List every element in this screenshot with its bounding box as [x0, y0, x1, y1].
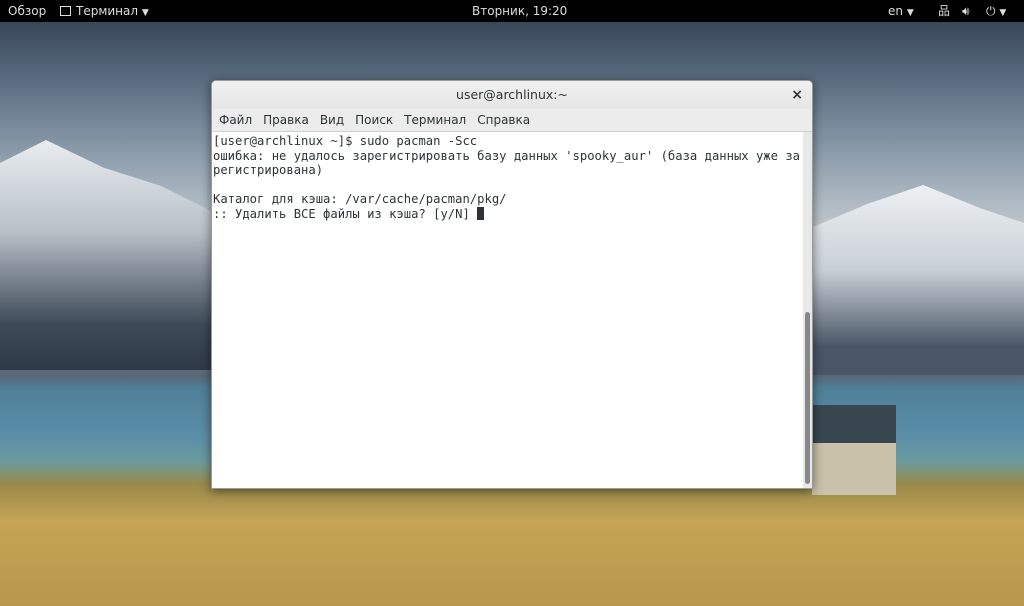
language-menu[interactable]: en ▼ [888, 0, 914, 24]
activities-button[interactable]: Обзор [8, 0, 46, 22]
wallpaper-house [812, 405, 896, 495]
top-bar: Обзор Терминал ▼ Вторник, 19:20 en ▼ 品 🔊… [0, 0, 1024, 22]
scrollbar[interactable] [803, 132, 812, 488]
window-titlebar[interactable]: user@archlinux:~ × [212, 81, 812, 109]
terminal-line: Каталог для кэша: /var/cache/pacman/pkg/ [213, 192, 507, 207]
window-title: user@archlinux:~ [456, 87, 568, 102]
chevron-down-icon: ▼ [999, 8, 1007, 18]
wallpaper-mountain-left [0, 140, 230, 370]
volume-icon[interactable]: 🔊︎ [962, 0, 970, 22]
terminal-output[interactable]: [user@archlinux ~]$ sudo pacman -Scc ошиб… [212, 132, 803, 488]
chevron-down-icon: ▼ [141, 8, 149, 18]
wallpaper-mountain-right [800, 185, 1024, 375]
terminal-line: [user@archlinux ~]$ sudo pacman -Scc [213, 134, 478, 148]
menu-search[interactable]: Поиск [355, 113, 393, 127]
terminal-icon [60, 6, 71, 16]
scrollbar-thumb[interactable] [805, 312, 810, 484]
close-button[interactable]: × [791, 81, 803, 109]
menu-edit[interactable]: Правка [263, 113, 309, 127]
chevron-down-icon: ▼ [906, 8, 914, 18]
clock[interactable]: Вторник, 19:20 [472, 0, 567, 22]
power-icon[interactable]: ⏻ ▼ [986, 0, 1006, 24]
network-icon[interactable]: 品 [938, 0, 950, 22]
menu-bar: Файл Правка Вид Поиск Терминал Справка [212, 109, 812, 132]
cursor [477, 206, 485, 220]
terminal-line: :: Удалить ВСЕ файлы из кэша? [y/N] [213, 206, 478, 221]
terminal-line: ошибка: не удалось зарегистрировать базу… [213, 148, 800, 163]
terminal-window: user@archlinux:~ × Файл Правка Вид Поиск Тер… [211, 80, 813, 489]
menu-view[interactable]: Вид [320, 113, 344, 127]
terminal-line: регистрирована) [213, 163, 324, 178]
language-label: en [888, 4, 903, 18]
app-menu[interactable]: Терминал ▼ [60, 0, 149, 24]
menu-terminal[interactable]: Терминал [404, 113, 466, 127]
app-menu-label: Терминал [76, 4, 139, 18]
menu-help[interactable]: Справка [477, 113, 530, 127]
menu-file[interactable]: Файл [219, 113, 252, 127]
terminal-prompt-line: :: Удалить ВСЕ файлы из кэша? [y/N] [213, 206, 802, 222]
